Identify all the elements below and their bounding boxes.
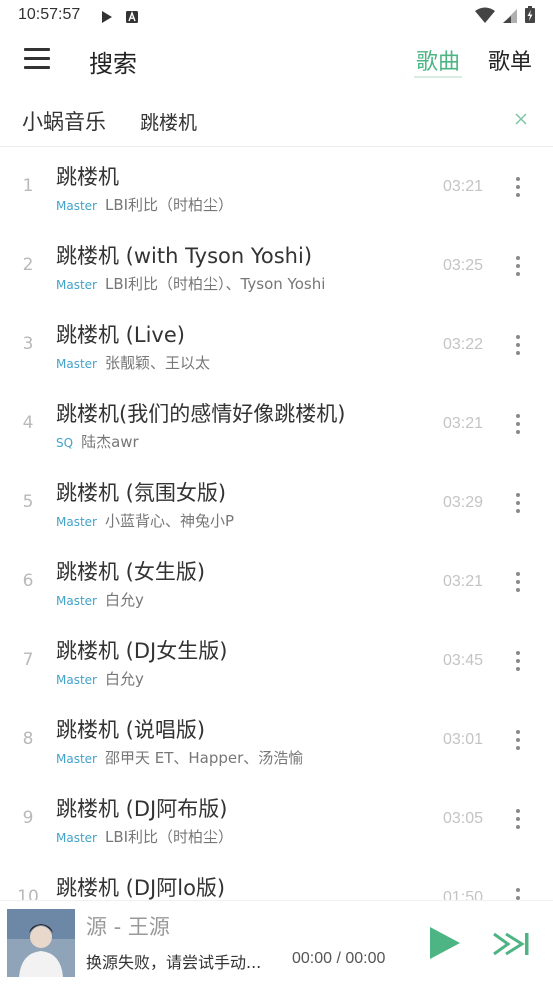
song-duration: 03:29 [443, 494, 484, 511]
song-artist: 白允y [104, 670, 144, 688]
playback-time: 00:00 / 00:00 [292, 950, 386, 967]
song-index: 4 [22, 413, 34, 433]
song-row[interactable]: 7 跳楼机 (DJ女生版) Master 白允y 03:45 [0, 622, 553, 701]
song-row[interactable]: 9 跳楼机 (DJ阿布版) Master LBI利比（时柏尘） 03:05 [0, 780, 553, 859]
quality-badge: Master [56, 278, 97, 292]
song-title: 跳楼机 (with Tyson Yoshi) [56, 244, 313, 268]
now-playing-title: 源 - 王源 [86, 915, 170, 939]
source-selector[interactable]: 小蜗音乐 [22, 106, 106, 136]
song-index: 2 [22, 255, 34, 275]
menu-icon[interactable] [24, 48, 52, 70]
tab-songs[interactable]: 歌曲 [416, 44, 460, 76]
song-duration: 03:01 [443, 731, 484, 748]
more-options-icon[interactable] [508, 253, 528, 279]
more-options-icon[interactable] [508, 569, 528, 595]
active-tab-indicator [414, 76, 462, 78]
song-duration: 03:25 [443, 257, 484, 274]
song-duration: 01:50 [443, 889, 484, 900]
song-index: 6 [22, 571, 34, 591]
song-row[interactable]: 1 跳楼机 Master LBI利比（时柏尘） 03:21 [0, 148, 553, 227]
song-row[interactable]: 2 跳楼机 (with Tyson Yoshi) Master LBI利比（时柏尘… [0, 227, 553, 306]
signal-icon [503, 7, 517, 27]
battery-charging-icon [525, 6, 535, 27]
skip-next-icon[interactable] [492, 931, 532, 957]
song-title: 跳楼机(我们的感情好像跳楼机) [56, 402, 346, 426]
song-artist: 小蓝背心、神兔小P [104, 512, 235, 530]
song-title: 跳楼机 (DJ女生版) [56, 639, 228, 663]
more-options-icon[interactable] [508, 885, 528, 900]
status-bar: 10:57:57 [0, 0, 553, 30]
quality-badge: SQ [56, 436, 74, 450]
song-duration: 03:45 [443, 652, 484, 669]
wifi-icon [475, 7, 495, 27]
song-artist: LBI利比（时柏尘）、Tyson Yoshi [104, 275, 326, 293]
song-artist: LBI利比（时柏尘） [104, 828, 234, 846]
status-time: 10:57:57 [18, 6, 81, 23]
song-artist: 邵甲天 ET、Happer、汤浩愉 [104, 749, 304, 767]
song-title: 跳楼机 (DJ阿lo版) [56, 876, 226, 900]
more-options-icon[interactable] [508, 648, 528, 674]
song-duration: 03:05 [443, 810, 484, 827]
quality-badge: Master [56, 357, 97, 371]
app-bar: 搜索 歌曲 歌单 [0, 30, 553, 92]
now-playing-status: 换源失败，请尝试手动... [86, 953, 262, 972]
quality-badge: Master [56, 752, 97, 766]
search-bar: 小蜗音乐 跳楼机 [0, 92, 553, 147]
more-options-icon[interactable] [508, 806, 528, 832]
song-artist: 白允y [104, 591, 144, 609]
song-index: 1 [22, 176, 34, 196]
notification-a-icon [126, 8, 138, 27]
clear-icon[interactable] [512, 110, 530, 128]
more-options-icon[interactable] [508, 727, 528, 753]
song-index: 8 [22, 729, 34, 749]
song-artist: LBI利比（时柏尘） [104, 196, 234, 214]
mini-player[interactable]: 源 - 王源 换源失败，请尝试手动... 00:00 / 00:00 [0, 900, 553, 984]
more-options-icon[interactable] [508, 490, 528, 516]
quality-badge: Master [56, 831, 97, 845]
more-options-icon[interactable] [508, 174, 528, 200]
song-row[interactable]: 5 跳楼机 (氛围女版) Master 小蓝背心、神兔小P 03:29 [0, 464, 553, 543]
song-title: 跳楼机 (说唱版) [56, 718, 206, 742]
quality-badge: Master [56, 673, 97, 687]
song-title: 跳楼机 (DJ阿布版) [56, 797, 228, 821]
page-title: 搜索 [89, 50, 137, 78]
song-duration: 03:21 [443, 415, 484, 432]
song-title: 跳楼机 (Live) [56, 323, 185, 347]
song-title: 跳楼机 (氛围女版) [56, 481, 227, 505]
song-artist: 陆杰awr [81, 433, 139, 451]
more-options-icon[interactable] [508, 332, 528, 358]
song-artist: 张靓颖、王以太 [104, 354, 210, 372]
play-icon [102, 8, 112, 27]
play-icon[interactable] [426, 925, 462, 961]
song-index: 10 [17, 887, 39, 900]
more-options-icon[interactable] [508, 411, 528, 437]
quality-badge: Master [56, 594, 97, 608]
song-row[interactable]: 10 跳楼机 (DJ阿lo版) 01:50 [0, 859, 553, 900]
album-cover[interactable] [7, 909, 75, 977]
song-row[interactable]: 8 跳楼机 (说唱版) Master 邵甲天 ET、Happer、汤浩愉 03:0… [0, 701, 553, 780]
song-index: 5 [22, 492, 34, 512]
song-list: 1 跳楼机 Master LBI利比（时柏尘） 03:21 2 跳楼机 (with… [0, 148, 553, 900]
song-index: 3 [22, 334, 34, 354]
quality-badge: Master [56, 199, 97, 213]
song-title: 跳楼机 [56, 165, 119, 189]
song-title: 跳楼机 (女生版) [56, 560, 206, 584]
quality-badge: Master [56, 515, 97, 529]
song-duration: 03:22 [443, 336, 484, 353]
song-duration: 03:21 [443, 573, 484, 590]
search-input[interactable]: 跳楼机 [140, 108, 197, 135]
song-row[interactable]: 3 跳楼机 (Live) Master 张靓颖、王以太 03:22 [0, 306, 553, 385]
song-row[interactable]: 4 跳楼机(我们的感情好像跳楼机) SQ 陆杰awr 03:21 [0, 385, 553, 464]
tab-playlists[interactable]: 歌单 [488, 44, 532, 76]
song-index: 7 [22, 650, 34, 670]
song-row[interactable]: 6 跳楼机 (女生版) Master 白允y 03:21 [0, 543, 553, 622]
song-duration: 03:21 [443, 178, 484, 195]
song-index: 9 [22, 808, 34, 828]
